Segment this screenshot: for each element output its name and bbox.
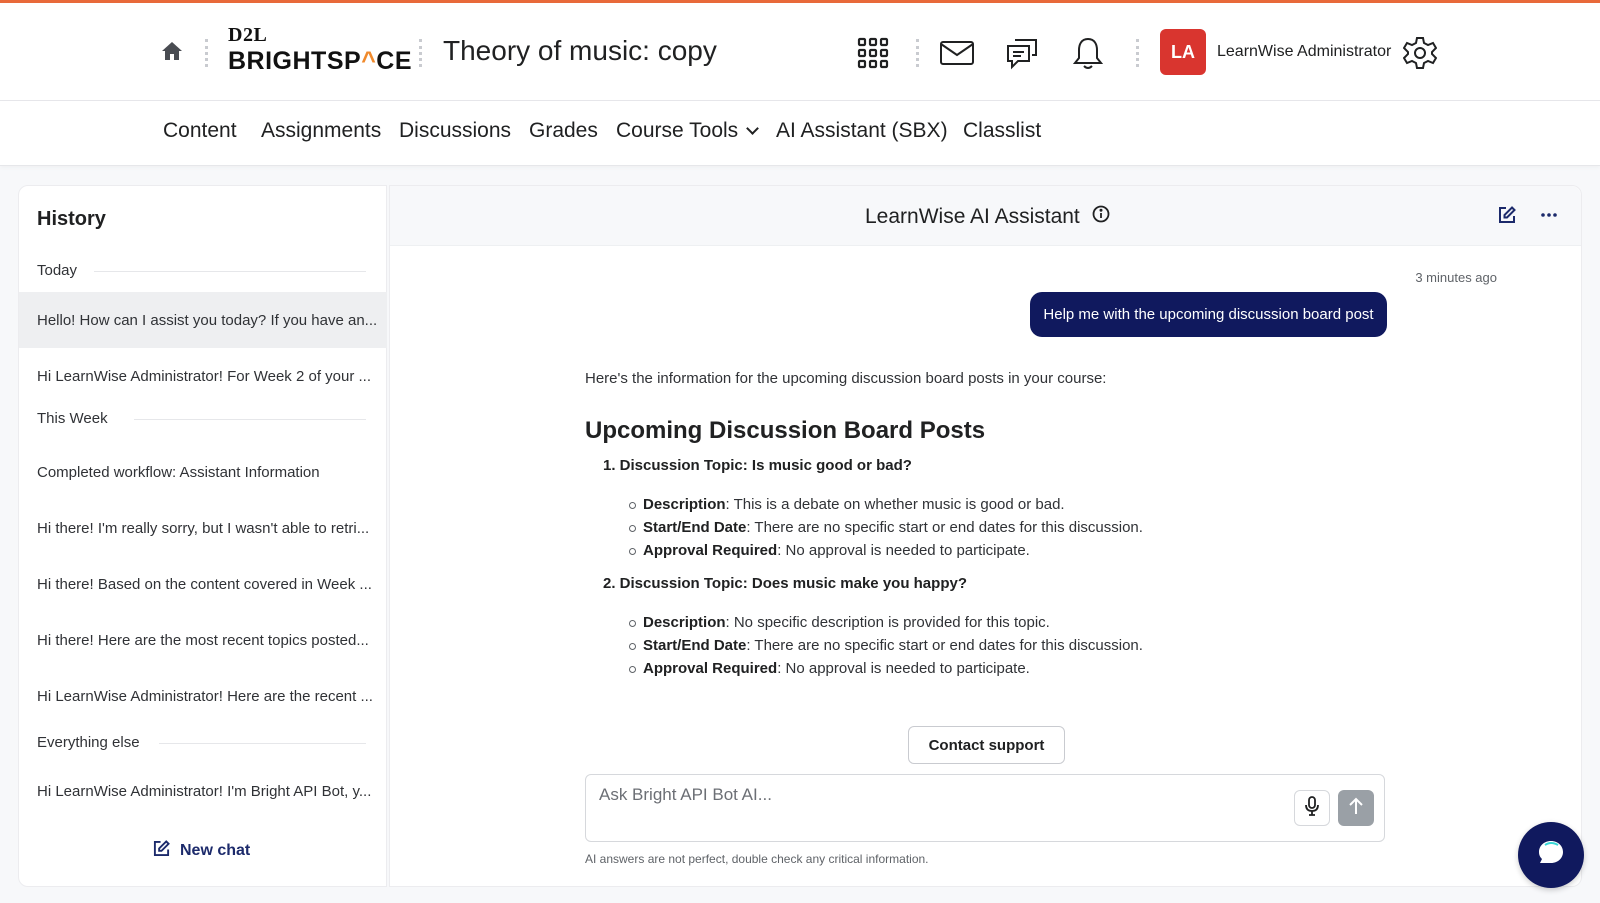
topic-title: 1. Discussion Topic: Is music good or ba… (603, 457, 912, 474)
logo-top-text: D2L (228, 24, 268, 46)
topic-detail: Approval Required: No approval is needed… (629, 542, 1405, 559)
nav-ai-assistant[interactable]: AI Assistant (SBX) (776, 119, 948, 143)
topic-detail: Description: This is a debate on whether… (629, 496, 1405, 513)
info-icon[interactable] (1092, 205, 1110, 229)
user-message-bubble: Help me with the upcoming discussion boa… (1030, 292, 1387, 337)
divider (205, 39, 208, 67)
divider (94, 271, 366, 272)
assistant-title: LearnWise AI Assistant (865, 205, 1110, 229)
history-item[interactable]: Hi there! Here are the most recent topic… (19, 612, 387, 668)
edit-icon[interactable] (1498, 206, 1516, 229)
mail-icon[interactable] (937, 33, 977, 73)
divider (419, 39, 422, 67)
contact-support-button[interactable]: Contact support (908, 726, 1065, 764)
group-label-everything-else: Everything else (37, 734, 154, 751)
chat-input[interactable] (599, 785, 1239, 805)
logo-main-text: BRIGHTSP^CE (228, 47, 413, 75)
bell-icon[interactable] (1068, 33, 1108, 73)
new-chat-button[interactable]: New chat (153, 840, 250, 862)
assistant-answer: Here's the information for the upcoming … (585, 366, 1405, 694)
topic-detail: Start/End Date: There are no specific st… (629, 519, 1405, 536)
user-name[interactable]: LearnWise Administrator (1217, 43, 1391, 61)
edit-icon (153, 840, 170, 862)
topic-details: Description: This is a debate on whether… (629, 496, 1405, 559)
new-chat-label: New chat (180, 842, 251, 859)
nav-course-tools-label: Course Tools (616, 119, 739, 142)
nav-grades[interactable]: Grades (529, 119, 598, 143)
microphone-button[interactable] (1294, 790, 1330, 826)
answer-intro: Here's the information for the upcoming … (585, 370, 1107, 387)
group-label-this-week: This Week (37, 410, 122, 427)
d2l-brightspace-logo[interactable]: D2L BRIGHTSP^CE (228, 25, 412, 74)
divider (134, 419, 366, 420)
history-sidebar: History Today Hello! How can I assist yo… (18, 185, 387, 887)
chat-bubbles-icon[interactable] (1002, 33, 1042, 73)
history-item[interactable]: Hi there! Based on the content covered i… (19, 556, 387, 612)
divider (1136, 39, 1139, 67)
history-item[interactable]: Hi LearnWise Administrator! For Week 2 o… (19, 348, 387, 404)
answer-heading: Upcoming Discussion Board Posts (585, 417, 986, 444)
waffle-icon[interactable] (853, 33, 893, 73)
chat-panel: LearnWise AI Assistant 3 minutes ago Hel… (389, 185, 1582, 887)
send-button[interactable] (1338, 790, 1374, 826)
history-item[interactable]: Hi LearnWise Administrator! Here are the… (19, 668, 387, 724)
avatar[interactable]: LA (1160, 29, 1206, 75)
history-item[interactable]: Hi LearnWise Administrator! I'm Bright A… (19, 763, 387, 819)
topic-detail: Description: No specific description is … (629, 614, 1405, 631)
microphone-icon (1304, 795, 1320, 821)
chat-header: LearnWise AI Assistant (390, 186, 1581, 246)
gear-icon[interactable] (1400, 33, 1440, 73)
home-icon[interactable] (160, 39, 186, 65)
nav-course-tools[interactable]: Course Tools (616, 119, 760, 143)
course-title[interactable]: Theory of music: copy (443, 35, 717, 67)
topic-title: 2. Discussion Topic: Does music make you… (603, 575, 967, 592)
assistant-title-text: LearnWise AI Assistant (865, 205, 1080, 228)
nav-discussions[interactable]: Discussions (399, 119, 511, 143)
group-label-today: Today (37, 262, 92, 279)
topic-detail: Approval Required: No approval is needed… (629, 660, 1405, 677)
arrow-up-icon (1348, 797, 1364, 820)
more-options-icon[interactable] (1540, 206, 1558, 229)
nav-content[interactable]: Content (163, 119, 237, 143)
course-navbar: Content Assignments Discussions Grades C… (0, 101, 1600, 166)
header: D2L BRIGHTSP^CE Theory of music: copy LA… (0, 3, 1600, 101)
chat-input-box[interactable] (585, 774, 1385, 842)
history-item[interactable]: Hi there! I'm really sorry, but I wasn't… (19, 500, 387, 556)
nav-classlist[interactable]: Classlist (963, 119, 1041, 143)
ai-disclaimer: AI answers are not perfect, double check… (585, 852, 929, 866)
divider (916, 39, 919, 67)
topic-detail: Start/End Date: There are no specific st… (629, 637, 1405, 654)
history-item[interactable]: Hello! How can I assist you today? If yo… (19, 292, 387, 348)
chat-launcher-button[interactable] (1518, 822, 1584, 888)
chat-bubble-icon (1536, 838, 1566, 873)
chevron-down-icon (746, 122, 760, 135)
history-title: History (37, 208, 106, 230)
topic-details: Description: No specific description is … (629, 614, 1405, 677)
message-timestamp: 3 minutes ago (1415, 270, 1497, 285)
nav-assignments[interactable]: Assignments (261, 119, 381, 143)
history-item[interactable]: Completed workflow: Assistant Informatio… (19, 444, 387, 500)
divider (159, 743, 366, 744)
